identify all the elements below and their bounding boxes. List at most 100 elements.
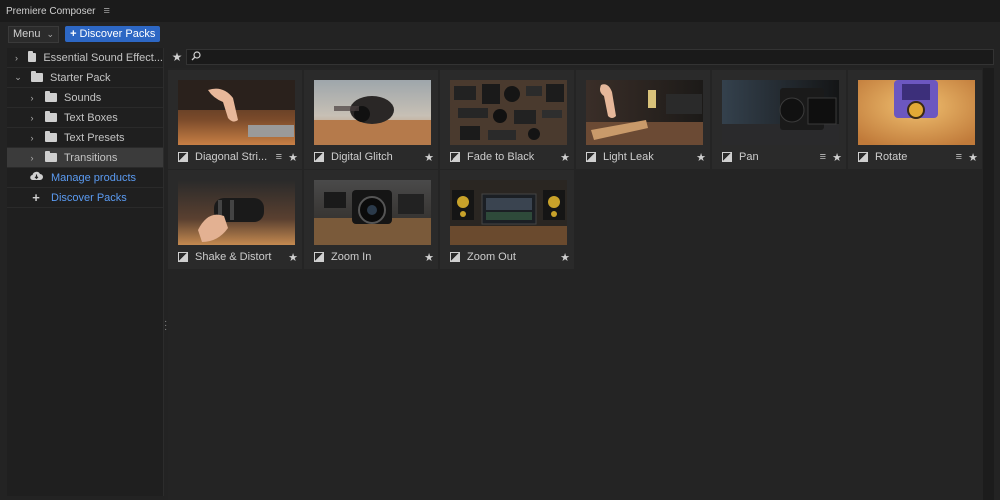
thumbnail-camera-gear[interactable]: [450, 80, 567, 145]
cloud-download-icon: [29, 171, 43, 184]
chevron-right-icon[interactable]: ›: [27, 113, 37, 123]
panel-menu-icon[interactable]: ≡: [103, 5, 109, 17]
manage-products-label: Manage products: [51, 171, 136, 184]
card-footer: Pan ≡ ★: [722, 149, 842, 165]
favorite-star-icon[interactable]: ★: [696, 151, 706, 164]
transitions-grid: Diagonal Stri... ≡ ★ Digital Glitch ★ Fa…: [168, 68, 983, 500]
sidebar-item-essential-sound-effects[interactable]: › Essential Sound Effect...: [7, 48, 163, 68]
chevron-right-icon[interactable]: ›: [27, 93, 37, 103]
card-footer: Rotate ≡ ★: [858, 149, 978, 165]
search-input[interactable]: [186, 49, 994, 65]
favorite-star-icon[interactable]: ★: [288, 251, 298, 264]
sidebar-item-sounds[interactable]: › Sounds: [7, 88, 163, 108]
card-label: Pan: [739, 151, 759, 163]
thumbnail-studio-monitors[interactable]: [450, 180, 567, 245]
plus-icon: +: [70, 28, 77, 40]
sidebar-item-label: Text Presets: [64, 131, 125, 144]
thumbnail-camera-lens[interactable]: [314, 180, 431, 245]
sidebar-item-label: Starter Pack: [50, 71, 111, 84]
grid-item-light-leak[interactable]: Light Leak ★: [576, 70, 710, 169]
menu-icon[interactable]: ≡: [820, 151, 826, 163]
sidebar-item-transitions[interactable]: › Transitions: [7, 148, 163, 168]
grid-item-pan[interactable]: Pan ≡ ★: [712, 70, 846, 169]
favorite-star-icon[interactable]: ★: [968, 151, 978, 164]
grid-item-digital-glitch[interactable]: Digital Glitch ★: [304, 70, 438, 169]
menu-label: Menu: [13, 28, 41, 40]
transition-icon: [314, 152, 324, 162]
toolbar: Menu ⌄ + Discover Packs: [0, 24, 1000, 44]
card-label: Digital Glitch: [331, 151, 393, 163]
grid-item-zoom-in[interactable]: Zoom In ★: [304, 170, 438, 269]
card-footer: Light Leak ★: [586, 149, 706, 165]
grid-item-shake-distort[interactable]: Shake & Distort ★: [168, 170, 302, 269]
folder-icon: [45, 131, 57, 142]
thumbnail-audio-recorder[interactable]: [858, 80, 975, 145]
favorite-star-icon[interactable]: ★: [424, 151, 434, 164]
card-footer: Fade to Black ★: [450, 149, 570, 165]
card-footer: Shake & Distort ★: [178, 249, 298, 265]
folder-icon: [27, 51, 37, 62]
card-label: Rotate: [875, 151, 908, 163]
search-bar: ★: [168, 48, 994, 66]
favorites-filter-star-icon[interactable]: ★: [168, 50, 186, 64]
title-bar: Premiere Composer ≡: [0, 0, 1000, 22]
card-footer: Digital Glitch ★: [314, 149, 434, 165]
grid-item-diagonal-strips[interactable]: Diagonal Stri... ≡ ★: [168, 70, 302, 169]
thumbnail-hand-on-desk[interactable]: [586, 80, 703, 145]
grid-item-rotate[interactable]: Rotate ≡ ★: [848, 70, 982, 169]
grid-scrollbar[interactable]: [983, 68, 994, 500]
thumbnail-hand-on-keyboard[interactable]: [178, 80, 295, 145]
grid-item-zoom-out[interactable]: Zoom Out ★: [440, 170, 574, 269]
favorite-star-icon[interactable]: ★: [832, 151, 842, 164]
discover-packs-button[interactable]: + Discover Packs: [65, 26, 161, 42]
menu-icon[interactable]: ≡: [956, 151, 962, 163]
discover-packs-link-label: Discover Packs: [51, 191, 127, 204]
folder-icon: [31, 71, 43, 82]
card-label: Diagonal Stri...: [195, 151, 268, 163]
transition-icon: [450, 252, 460, 262]
sidebar-item-text-presets[interactable]: › Text Presets: [7, 128, 163, 148]
chevron-right-icon[interactable]: ›: [13, 53, 20, 63]
sidebar-item-label: Text Boxes: [64, 111, 118, 124]
chevron-down-icon[interactable]: ⌄: [13, 72, 23, 83]
sidebar-item-text-boxes[interactable]: › Text Boxes: [7, 108, 163, 128]
chevron-down-icon: ⌄: [46, 28, 55, 39]
chevron-right-icon[interactable]: ›: [27, 153, 37, 163]
thumbnail-hand-holding-lens[interactable]: [178, 180, 295, 245]
card-footer: Diagonal Stri... ≡ ★: [178, 149, 298, 165]
thumbnail-video-camera[interactable]: [722, 80, 839, 145]
sidebar-item-label: Sounds: [64, 91, 102, 104]
card-label: Zoom In: [331, 251, 372, 263]
folder-icon: [45, 151, 57, 162]
transition-icon: [314, 252, 324, 262]
favorite-star-icon[interactable]: ★: [424, 251, 434, 264]
transition-icon: [178, 252, 188, 262]
favorite-star-icon[interactable]: ★: [560, 151, 570, 164]
menu-icon[interactable]: ≡: [276, 151, 282, 163]
transition-icon: [858, 152, 868, 162]
transition-icon: [178, 152, 188, 162]
manage-products-link[interactable]: Manage products: [7, 168, 163, 188]
search-icon: [191, 50, 201, 64]
sidebar-item-label: Transitions: [64, 151, 118, 164]
sidebar-item-starter-pack[interactable]: ⌄ Starter Pack: [7, 68, 163, 88]
card-label: Zoom Out: [467, 251, 516, 263]
discover-packs-link[interactable]: + Discover Packs: [7, 188, 163, 208]
favorite-star-icon[interactable]: ★: [560, 251, 570, 264]
sidebar: › Essential Sound Effect... ⌄ Starter Pa…: [7, 48, 164, 496]
chevron-right-icon[interactable]: ›: [27, 133, 37, 143]
grid-item-fade-to-black[interactable]: Fade to Black ★: [440, 70, 574, 169]
card-footer: Zoom In ★: [314, 249, 434, 265]
card-footer: Zoom Out ★: [450, 249, 570, 265]
card-label: Shake & Distort: [195, 251, 272, 263]
transition-icon: [722, 152, 732, 162]
thumbnail-camera-gimbal[interactable]: [314, 80, 431, 145]
folder-icon: [45, 111, 57, 122]
folder-icon: [45, 91, 57, 102]
menu-dropdown[interactable]: Menu ⌄: [8, 25, 60, 43]
transition-icon: [450, 152, 460, 162]
card-label: Light Leak: [603, 151, 654, 163]
sidebar-item-label: Essential Sound Effect...: [43, 51, 163, 64]
plus-icon: +: [32, 190, 40, 205]
favorite-star-icon[interactable]: ★: [288, 151, 298, 164]
